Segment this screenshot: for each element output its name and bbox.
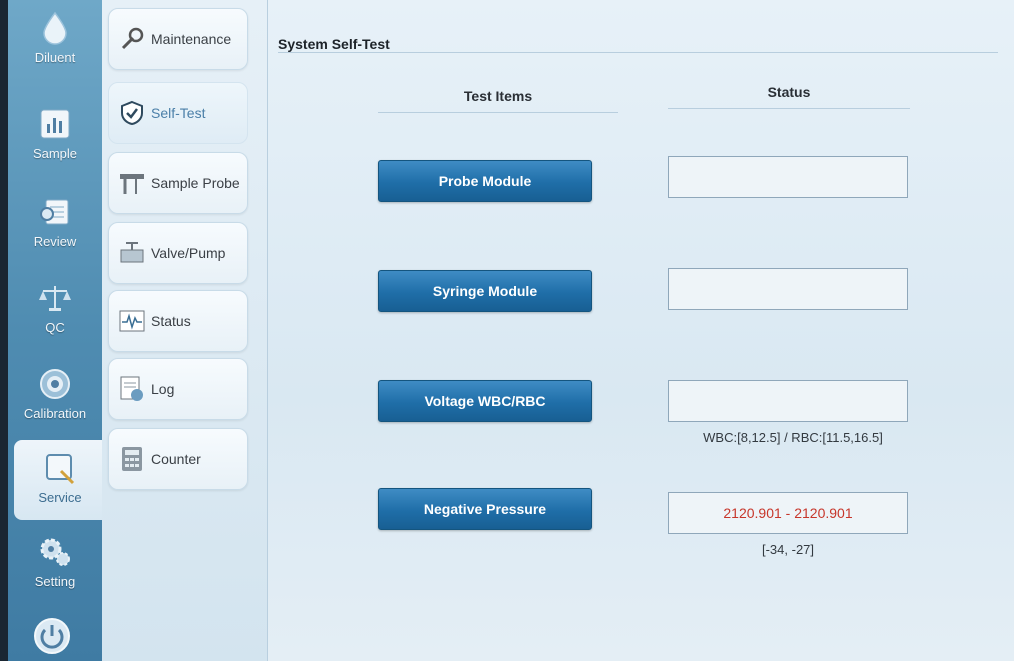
valve-icon: [117, 238, 147, 268]
column-header-status: Status: [767, 84, 811, 100]
subnav-label: Valve/Pump: [151, 245, 226, 261]
nav-item-sample[interactable]: Sample: [10, 96, 100, 176]
waveform-icon: [117, 306, 147, 336]
page-title: System Self-Test: [278, 36, 390, 52]
power-icon: [34, 618, 70, 654]
review-table-icon: [35, 192, 75, 232]
syringe-module-status: [668, 268, 908, 310]
counter-icon: [117, 444, 147, 474]
wrench-icon: [117, 24, 147, 54]
negative-pressure-status: 2120.901 - 2120.901: [668, 492, 908, 534]
nav-item-diluent[interactable]: Diluent: [10, 0, 100, 80]
setting-gears-icon: [35, 532, 75, 572]
nav-item-qc[interactable]: QC: [10, 270, 100, 350]
subnav-label: Self-Test: [151, 105, 206, 121]
diluent-drop-icon: [35, 8, 75, 48]
self-test-panel: System Self-Test Test Items Status Probe…: [268, 0, 1014, 661]
subnav-item-counter[interactable]: Counter: [108, 428, 248, 490]
nav-item-service[interactable]: Service: [14, 440, 106, 520]
nav-item-calibration[interactable]: Calibration: [10, 356, 100, 436]
check-shield-icon: [117, 98, 147, 128]
voltage-range-text: WBC:[8,12.5] / RBC:[11.5,16.5]: [703, 430, 883, 445]
nav-label: Review: [33, 234, 77, 249]
syringe-module-button[interactable]: Syringe Module: [378, 270, 592, 312]
service-subnav: Maintenance Self-Test Sample Probe Valve…: [102, 0, 268, 661]
log-icon: [117, 374, 147, 404]
negative-pressure-range-text: [-34, -27]: [761, 542, 815, 557]
voltage-wbc-rbc-status: [668, 380, 908, 422]
subnav-item-sample-probe[interactable]: Sample Probe: [108, 152, 248, 214]
calibration-target-icon: [35, 364, 75, 404]
nav-label: QC: [45, 320, 65, 335]
probe-module-status: [668, 156, 908, 198]
probe-icon: [117, 168, 147, 198]
subnav-item-valve-pump[interactable]: Valve/Pump: [108, 222, 248, 284]
voltage-wbc-rbc-button[interactable]: Voltage WBC/RBC: [378, 380, 592, 422]
column-header-test-items: Test Items: [463, 88, 533, 104]
column-divider: [378, 112, 618, 113]
probe-module-button[interactable]: Probe Module: [378, 160, 592, 202]
nav-label: Diluent: [34, 50, 76, 65]
nav-label: Setting: [34, 574, 76, 589]
subnav-label: Sample Probe: [151, 175, 240, 191]
title-divider: [278, 52, 998, 53]
nav-label: Calibration: [23, 406, 87, 421]
main-nav: Diluent Sample Review QC Calibration Ser…: [8, 0, 106, 661]
column-divider: [668, 108, 910, 109]
qc-scale-icon: [35, 278, 75, 318]
subnav-item-maintenance[interactable]: Maintenance: [108, 8, 248, 70]
nav-item-review[interactable]: Review: [10, 184, 100, 264]
subnav-label: Log: [151, 381, 175, 397]
service-wrench-icon: [40, 448, 80, 488]
nav-label: Sample: [32, 146, 78, 161]
power-button[interactable]: [32, 616, 72, 656]
subnav-item-log[interactable]: Log: [108, 358, 248, 420]
nav-item-setting[interactable]: Setting: [10, 524, 100, 604]
subnav-label: Maintenance: [151, 31, 232, 47]
subnav-label: Counter: [151, 451, 201, 467]
device-screen: Diluent Sample Review QC Calibration Ser…: [8, 0, 1014, 661]
subnav-item-status[interactable]: Status: [108, 290, 248, 352]
sample-chart-icon: [35, 104, 75, 144]
nav-label: Service: [38, 490, 82, 505]
subnav-label: Status: [151, 313, 191, 329]
subnav-item-self-test[interactable]: Self-Test: [108, 82, 248, 144]
negative-pressure-button[interactable]: Negative Pressure: [378, 488, 592, 530]
